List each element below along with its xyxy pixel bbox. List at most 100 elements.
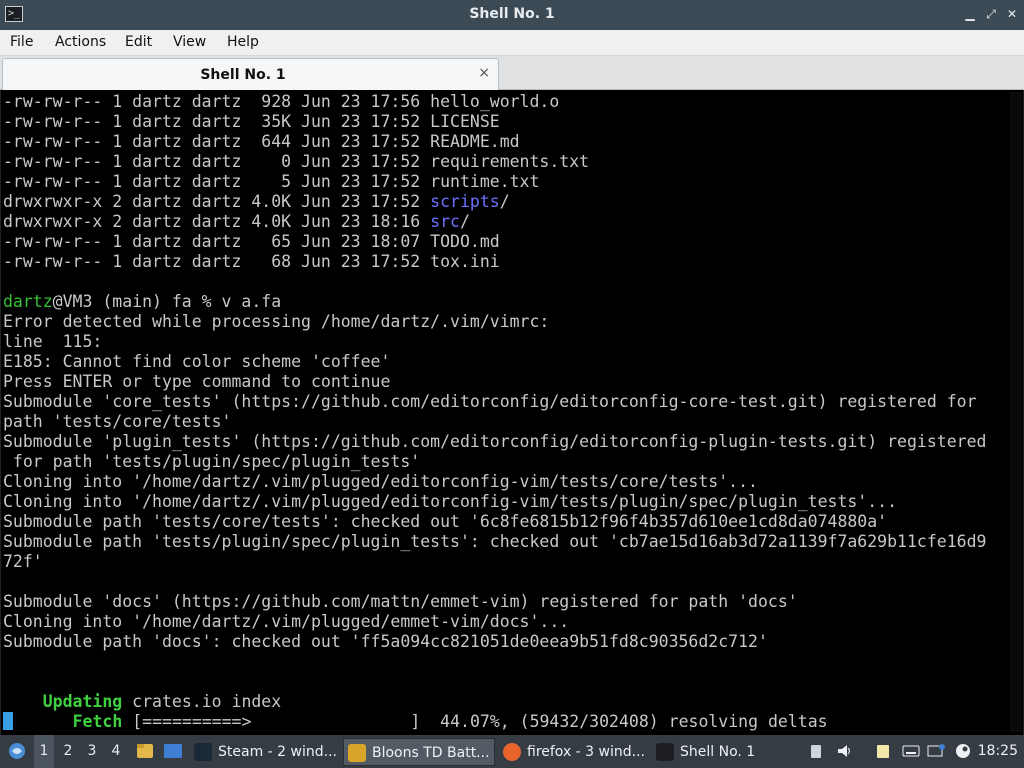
clipboard-tray-icon[interactable] [808,743,824,759]
output-line: Submodule path 'docs': checked out 'ff5a… [3,632,768,651]
output-line: 72f' [3,552,43,571]
listing-meta: -rw-rw-r-- 1 dartz dartz 65 Jun 23 18:07 [3,232,431,251]
listing-meta: -rw-rw-r-- 1 dartz dartz 5 Jun 23 17:52 [3,172,431,191]
listing-meta: -rw-rw-r-- 1 dartz dartz 0 Jun 23 17:52 [3,152,431,171]
tab-close-icon[interactable]: × [478,65,490,81]
window-title: Shell No. 1 [469,6,555,22]
cargo-updating-text: crates.io index [122,692,282,711]
desktop-switch-4[interactable]: 4 [106,735,126,768]
desktop-switch-3[interactable]: 3 [82,735,102,768]
cargo-fetch-line: Fetch [==========> ] 44.07%, (59432/3024… [3,712,986,732]
cargo-fetch-keyword: Fetch [72,712,123,731]
listing-row: -rw-rw-r-- 1 dartz dartz 928 Jun 23 17:5… [3,92,986,112]
prompt-command: @VM3 (main) fa % v a.fa [52,292,282,311]
taskbar-task-3[interactable]: firefox - 3 wind... [499,738,649,766]
file-manager-icon[interactable] [136,735,154,768]
desktop-switch-1[interactable]: 1 [34,735,54,768]
task-label: firefox - 3 wind... [527,744,645,760]
listing-filename: requirements.txt [430,152,590,171]
listing-row: -rw-rw-r-- 1 dartz dartz 35K Jun 23 17:5… [3,112,986,132]
listing-row: drwxrwxr-x 2 dartz dartz 4.0K Jun 23 18:… [3,212,986,232]
listing-filename: src [430,212,460,231]
output-line: Cloning into '/home/dartz/.vim/plugged/e… [3,472,758,491]
task-label: Steam - 2 wind... [218,744,337,760]
cargo-updating-line: Updating crates.io index [3,692,986,712]
listing-filename: tox.ini [430,252,500,271]
menu-view[interactable]: View [173,34,206,50]
listing-filename: runtime.txt [430,172,540,191]
terminal-view[interactable]: -rw-rw-r-- 1 dartz dartz 928 Jun 23 17:5… [0,90,1024,735]
tab-shell-1[interactable]: Shell No. 1 × [2,58,499,90]
clock[interactable]: 18:25 [978,735,1018,768]
show-desktop-icon[interactable] [163,735,183,768]
listing-row: -rw-rw-r-- 1 dartz dartz 5 Jun 23 17:52 … [3,172,986,192]
listing-meta: drwxrwxr-x 2 dartz dartz 4.0K Jun 23 17:… [3,192,431,211]
output-line: Submodule path 'tests/core/tests': check… [3,512,888,531]
listing-filename: TODO.md [430,232,500,251]
listing-filename: scripts [430,192,500,211]
game-icon [348,744,366,762]
listing-meta: -rw-rw-r-- 1 dartz dartz 644 Jun 23 17:5… [3,132,431,151]
window-titlebar[interactable]: >_ Shell No. 1 ▁ ⤢ ✕ [0,0,1024,30]
listing-row: drwxrwxr-x 2 dartz dartz 4.0K Jun 23 17:… [3,192,986,212]
menu-file[interactable]: File [10,34,33,50]
listing-row: -rw-rw-r-- 1 dartz dartz 68 Jun 23 17:52… [3,252,986,272]
network-icon[interactable] [927,743,945,759]
cargo-updating-keyword: Updating [42,692,123,711]
menu-bar: File Actions Edit View Help [0,30,1024,56]
output-line: line 115: [3,332,103,351]
listing-meta: -rw-rw-r-- 1 dartz dartz 35K Jun 23 17:5… [3,112,431,131]
dir-suffix: / [499,192,510,211]
output-line: Cloning into '/home/dartz/.vim/plugged/e… [3,612,570,631]
steam-tray-icon[interactable] [955,743,971,759]
listing-meta: -rw-rw-r-- 1 dartz dartz 928 Jun 23 17:5… [3,92,431,111]
tab-label: Shell No. 1 [200,67,286,83]
output-line: Submodule path 'tests/plugin/spec/plugin… [3,532,987,551]
output-line: Submodule 'core_tests' (https://github.c… [3,392,977,411]
listing-meta: drwxrwxr-x 2 dartz dartz 4.0K Jun 23 18:… [3,212,431,231]
listing-meta: -rw-rw-r-- 1 dartz dartz 68 Jun 23 17:52 [3,252,431,271]
output-line: for path 'tests/plugin/spec/plugin_tests… [3,452,421,471]
output-line: path 'tests/core/tests' [3,412,232,431]
keyboard-icon[interactable] [902,743,920,759]
terminal-cursor [3,712,13,730]
output-line: Cloning into '/home/dartz/.vim/plugged/e… [3,492,898,511]
listing-filename: LICENSE [430,112,500,131]
task-label: Bloons TD Batt... [372,745,490,761]
steam-icon [194,743,212,761]
menu-edit[interactable]: Edit [125,34,152,50]
menu-actions[interactable]: Actions [55,34,106,50]
taskbar-task-1[interactable]: Steam - 2 wind... [190,738,340,766]
output-line: Submodule 'docs' (https://github.com/mat… [3,592,798,611]
taskbar-task-4[interactable]: Shell No. 1 [652,738,802,766]
task-label: Shell No. 1 [680,744,756,760]
taskbar: 1234 Steam - 2 wind... Bloons TD Batt... f… [0,735,1024,768]
tab-bar: Shell No. 1 × [0,56,1024,90]
output-line: Press ENTER or type command to continue [3,372,391,391]
notes-tray-icon[interactable] [875,743,891,759]
menu-help[interactable]: Help [227,34,259,50]
output-line: Submodule 'plugin_tests' (https://github… [3,432,987,451]
maximize-icon[interactable]: ⤢ [983,6,999,22]
close-icon[interactable]: ✕ [1004,6,1020,22]
app-launcher-icon[interactable] [6,735,28,768]
terminal-output: -rw-rw-r-- 1 dartz dartz 928 Jun 23 17:5… [3,92,986,732]
prompt-line: dartz@VM3 (main) fa % v a.fa [3,292,986,312]
desktop-switch-2[interactable]: 2 [58,735,78,768]
listing-row: -rw-rw-r-- 1 dartz dartz 644 Jun 23 17:5… [3,132,986,152]
volume-icon[interactable] [836,743,852,759]
terminal-icon [656,743,674,761]
minimize-icon[interactable]: ▁ [962,6,978,22]
cargo-fetch-progress: [==========> ] 44.07%, (59432/302408) re… [122,712,828,731]
taskbar-task-2[interactable]: Bloons TD Batt... [343,738,495,766]
terminal-scrollbar[interactable] [1010,92,1022,732]
prompt-user: dartz [3,292,53,311]
listing-filename: hello_world.o [430,92,560,111]
listing-row: -rw-rw-r-- 1 dartz dartz 0 Jun 23 17:52 … [3,152,986,172]
